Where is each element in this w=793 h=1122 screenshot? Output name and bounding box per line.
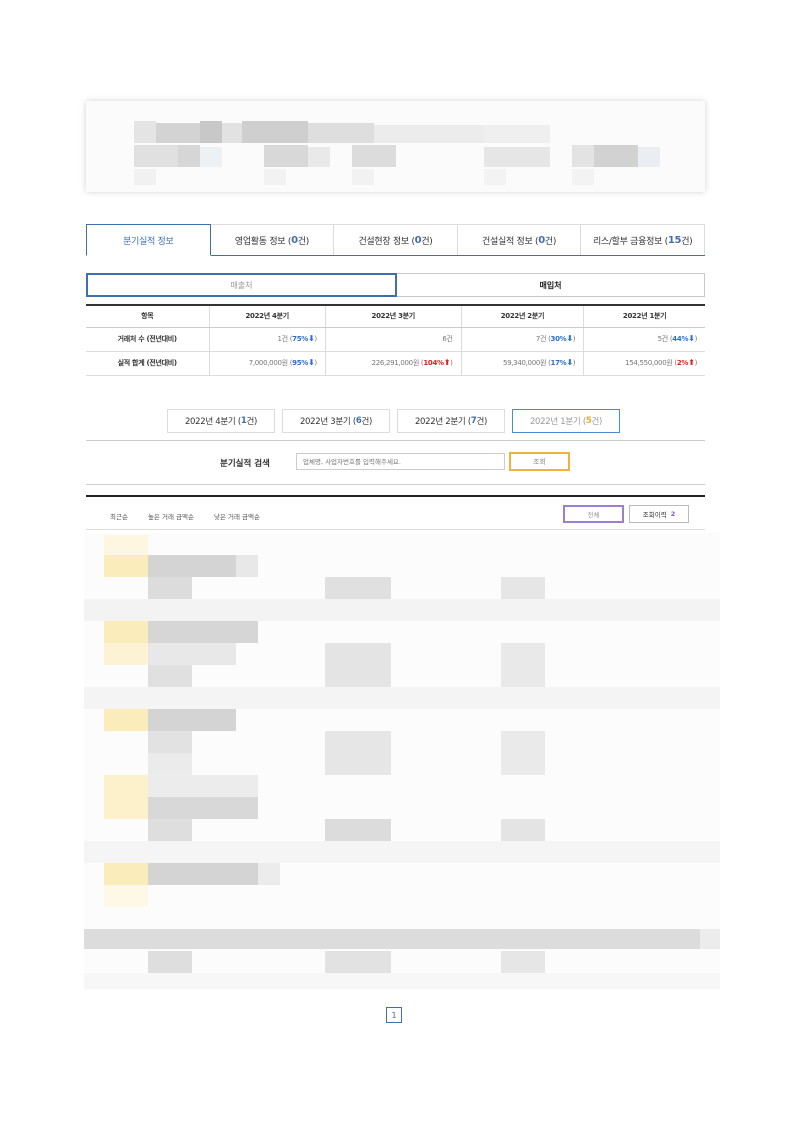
divider — [86, 529, 705, 530]
page-1-button[interactable]: 1 — [386, 1007, 402, 1023]
company-info-card — [86, 101, 705, 192]
purchase-toggle-button[interactable]: 매입처 — [397, 273, 705, 297]
table-cell: 226,291,000원 (104% ⬆) — [324, 351, 462, 376]
table-cell: 5건 (44% ⬇) — [583, 327, 705, 352]
sort-low-amount[interactable]: 낮은 거래 금액순 — [214, 511, 260, 521]
change-percent: 2% — [676, 359, 689, 367]
search-label: 분기실적 검색 — [220, 459, 270, 469]
column-header: 2022년 3분기 — [324, 304, 462, 328]
arrow-down-icon: ⬇ — [308, 334, 315, 343]
change-percent: 104% — [423, 359, 444, 367]
cell-value: 59,340,000원 — [502, 359, 547, 367]
quarterly-summary-table: 항목 2022년 4분기 2022년 3분기 2022년 2분기 2022년 1… — [86, 304, 705, 376]
change-badge: (75% ⬇) — [287, 334, 317, 343]
partner-list — [84, 533, 720, 989]
tab-sales-activity[interactable]: 영업활동 정보 (0 건) — [210, 224, 335, 255]
table-cell: 7,000,000원 (95% ⬇) — [208, 351, 326, 376]
table-cell: 59,340,000원 (17% ⬇) — [460, 351, 584, 376]
show-all-button[interactable]: 전체 — [563, 505, 624, 523]
sales-purchase-toggle: 매출처 매입처 — [86, 273, 705, 297]
tab-lease-finance[interactable]: 리스/할부 금융정보 (15 건) — [581, 224, 705, 255]
change-badge: (104% ⬆) — [418, 358, 453, 367]
row-label: 실적 합계 (전년대비) — [86, 351, 209, 376]
table-header-row: 항목 2022년 4분기 2022년 3분기 2022년 2분기 2022년 1… — [86, 304, 705, 328]
table-cell: 154,550,000원 (2% ⬆) — [583, 351, 705, 376]
arrow-down-icon: ⬇ — [308, 358, 315, 367]
arrow-up-icon: ⬆ — [443, 358, 451, 367]
arrow-down-icon: ⬇ — [566, 358, 573, 367]
column-header: 2022년 2분기 — [460, 304, 584, 328]
table-cell: 7건 (30% ⬇) — [460, 327, 584, 352]
sort-high-amount[interactable]: 높은 거래 금액순 — [148, 511, 194, 521]
view-history-button[interactable]: 조회이력 2 — [629, 505, 689, 523]
change-percent: 95% — [292, 359, 308, 367]
change-badge: (30% ⬇) — [546, 334, 576, 343]
quarter-selector: 2022년 4분기 (1 건) 2022년 3분기 (6 건) 2022년 2분기 … — [167, 409, 620, 433]
arrow-down-icon: ⬇ — [566, 334, 573, 343]
change-percent: 17% — [550, 359, 567, 367]
cell-value: 5건 — [657, 335, 669, 343]
change-badge: (44% ⬇) — [667, 334, 697, 343]
quarter-button-2022-q4[interactable]: 2022년 4분기 (1 건) — [167, 409, 275, 433]
arrow-down-icon: ⬇ — [688, 334, 695, 343]
cell-value: 154,550,000원 — [625, 359, 673, 367]
table-cell: 6건 — [324, 327, 462, 352]
cell-value: 226,291,000원 — [371, 359, 420, 367]
tab-construction-performance[interactable]: 건설실적 정보 (0 건) — [457, 224, 582, 255]
quarter-button-2022-q1[interactable]: 2022년 1분기 (5 건) — [512, 409, 620, 433]
sort-recent[interactable]: 최근순 — [110, 511, 128, 521]
page: 분기실적 정보 영업활동 정보 (0 건) 건설현장 정보 (0 건) 건설실적 정… — [0, 0, 793, 1122]
change-percent: 75% — [292, 335, 308, 343]
quarter-button-2022-q3[interactable]: 2022년 3분기 (6 건) — [282, 409, 390, 433]
column-header: 2022년 4분기 — [208, 304, 326, 328]
change-badge: (2% ⬆) — [672, 358, 697, 367]
cell-value: 6건 — [442, 335, 453, 343]
change-badge: (17% ⬇) — [546, 358, 576, 367]
cell-value: 7,000,000원 — [248, 359, 288, 367]
tab-construction-site[interactable]: 건설현장 정보 (0 건) — [334, 224, 458, 255]
cell-value: 7건 — [535, 335, 547, 343]
column-header: 항목 — [86, 304, 209, 328]
cell-value: 1건 — [277, 335, 288, 343]
search-input[interactable] — [296, 453, 505, 470]
table-row: 실적 합계 (전년대비) 7,000,000원 (95% ⬇) 226,291,00… — [86, 351, 705, 376]
change-percent: 30% — [550, 335, 567, 343]
list-top-border — [86, 495, 705, 497]
row-label: 거래처 수 (전년대비) — [86, 327, 209, 352]
info-tabs: 분기실적 정보 영업활동 정보 (0 건) 건설현장 정보 (0 건) 건설실적 정… — [86, 224, 705, 256]
arrow-up-icon: ⬆ — [688, 358, 695, 367]
change-badge: (95% ⬇) — [287, 358, 317, 367]
divider — [86, 440, 705, 441]
sales-toggle-button[interactable]: 매출처 — [86, 273, 397, 297]
search-button[interactable]: 조회 — [509, 452, 570, 471]
table-cell: 1건 (75% ⬇) — [208, 327, 326, 352]
column-header: 2022년 1분기 — [583, 304, 705, 328]
quarter-button-2022-q2[interactable]: 2022년 2분기 (7 건) — [397, 409, 505, 433]
table-row: 거래처 수 (전년대비) 1건 (75% ⬇) 6건 7건 (30% ⬇) 5건 (44… — [86, 327, 705, 352]
sort-options: 최근순 높은 거래 금액순 낮은 거래 금액순 — [110, 511, 260, 521]
divider — [86, 484, 705, 485]
tab-quarterly-performance[interactable]: 분기실적 정보 — [86, 224, 211, 256]
change-percent: 44% — [672, 335, 689, 343]
